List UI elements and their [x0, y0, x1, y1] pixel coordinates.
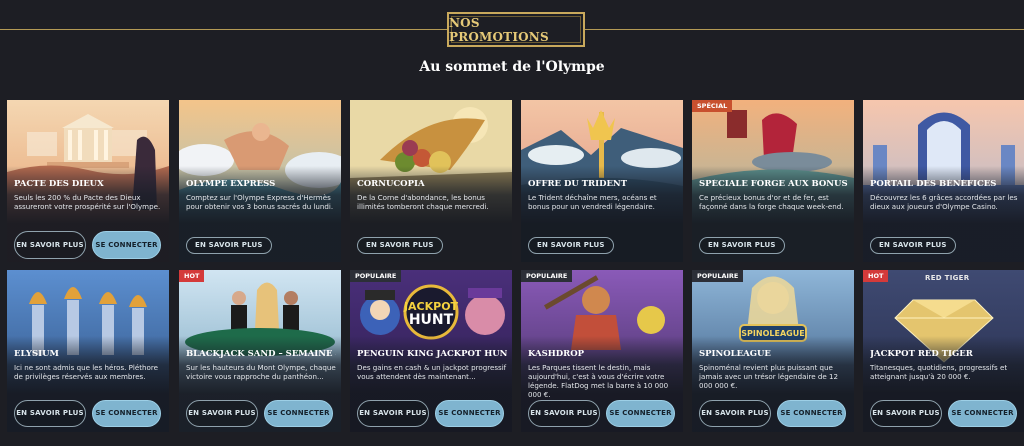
learn-more-button[interactable]: EN SAVOIR PLUS: [528, 237, 614, 254]
login-button[interactable]: SE CONNECTER: [264, 400, 333, 427]
card-title: BLACKJACK SAND – SEMAINE 4: [186, 349, 336, 359]
login-button[interactable]: SE CONNECTER: [92, 231, 161, 259]
hunt-logo-text: HUNT: [409, 312, 454, 328]
card-description: Les Parques tissent le destin, mais aujo…: [528, 363, 669, 399]
learn-more-button[interactable]: EN SAVOIR PLUS: [186, 237, 272, 254]
promotions-heading: NOS PROMOTIONS: [449, 15, 549, 44]
promo-card-jackpot-red-tiger: HOT RED TIGER JACKPOT RED TIGER Titanesq…: [863, 270, 1024, 432]
promo-card-spinoleague: SPINOLEAGUE POPULAIRE SPINOLEAGUE Spinom…: [692, 270, 854, 432]
card-title: JACKPOT RED TIGER: [870, 349, 973, 359]
card-description: Le Trident déchaîne mers, océans et bonu…: [528, 193, 657, 211]
card-description: Seuls les 200 % du Pacte des Dieux assur…: [14, 193, 161, 211]
promotions-heading-badge: NOS PROMOTIONS: [447, 12, 585, 47]
popular-tag: POPULAIRE: [692, 270, 744, 282]
learn-more-button[interactable]: EN SAVOIR PLUS: [870, 237, 956, 254]
card-description: Des gains en cash & un jackpot progressi…: [357, 363, 507, 381]
learn-more-button[interactable]: EN SAVOIR PLUS: [699, 237, 785, 254]
special-tag: SPÉCIAL: [692, 100, 733, 112]
learn-more-button[interactable]: EN SAVOIR PLUS: [14, 400, 86, 427]
card-title: OLYMPE EXPRESS: [186, 179, 276, 189]
red-tiger-logo: RED TIGER: [925, 274, 970, 282]
promo-card-portail-des-benefices: PORTAIL DES BÉNÉFICES Découvrez les 6 gr…: [863, 100, 1024, 262]
learn-more-button[interactable]: EN SAVOIR PLUS: [699, 400, 771, 427]
learn-more-button[interactable]: EN SAVOIR PLUS: [870, 400, 942, 427]
hot-tag: HOT: [863, 270, 889, 282]
login-button[interactable]: SE CONNECTER: [948, 400, 1017, 427]
promo-card-elysium: ELYSIUM Ici ne sont admis que les héros.…: [7, 270, 169, 432]
card-title: KASHDROP: [528, 349, 585, 359]
login-button[interactable]: SE CONNECTER: [777, 400, 846, 427]
card-title: PACTE DES DIEUX: [14, 179, 104, 189]
card-title: PENGUIN KING JACKPOT HUNT: [357, 349, 507, 359]
card-description: Titanesques, quotidiens, progressifs et …: [870, 363, 1008, 381]
card-description: Spinoménal revient plus puissant que jam…: [699, 363, 838, 390]
card-description: Ici ne sont admis que les héros. Pléthor…: [14, 363, 159, 381]
card-title: PORTAIL DES BÉNÉFICES: [870, 179, 997, 189]
card-description: Comptez sur l'Olympe Express d'Hermès po…: [186, 193, 334, 211]
learn-more-button[interactable]: EN SAVOIR PLUS: [357, 237, 443, 254]
login-button[interactable]: SE CONNECTER: [435, 400, 504, 427]
promo-card-speciale-forge: SPÉCIAL SPÉCIALE FORGE AUX BONUS Ce préc…: [692, 100, 854, 262]
learn-more-button[interactable]: EN SAVOIR PLUS: [14, 231, 86, 259]
card-title: CORNUCOPIA: [357, 179, 425, 189]
learn-more-button[interactable]: EN SAVOIR PLUS: [528, 400, 600, 427]
promo-card-blackjack-sand: HOT BLACKJACK SAND – SEMAINE 4 Sur les h…: [179, 270, 341, 432]
promo-card-penguin-king: JACKPOT HUNT POPULAIRE PENGUIN KING JACK…: [350, 270, 512, 432]
login-button[interactable]: SE CONNECTER: [606, 400, 675, 427]
learn-more-button[interactable]: EN SAVOIR PLUS: [186, 400, 258, 427]
popular-tag: POPULAIRE: [350, 270, 402, 282]
promo-card-olympe-express: OLYMPE EXPRESS Comptez sur l'Olympe Expr…: [179, 100, 341, 262]
card-description: Sur les hauteurs du Mont Olympe, chaque …: [186, 363, 336, 381]
section-subtitle: Au sommet de l'Olympe: [419, 59, 605, 75]
learn-more-button[interactable]: EN SAVOIR PLUS: [357, 400, 429, 427]
promo-card-offre-du-trident: OFFRE DU TRIDENT Le Trident déchaîne mer…: [521, 100, 683, 262]
card-title: OFFRE DU TRIDENT: [528, 179, 628, 189]
card-title: ELYSIUM: [14, 349, 59, 359]
card-title: SPÉCIALE FORGE AUX BONUS: [699, 179, 848, 189]
hot-tag: HOT: [179, 270, 205, 282]
popular-tag: POPULAIRE: [521, 270, 573, 282]
login-button[interactable]: SE CONNECTER: [92, 400, 161, 427]
card-description: De la Corne d'abondance, les bonus illim…: [357, 193, 489, 211]
promo-card-pacte-des-dieux: PACTE DES DIEUX Seuls les 200 % du Pacte…: [7, 100, 169, 262]
promo-card-kashdrop: POPULAIRE KASHDROP Les Parques tissent l…: [521, 270, 683, 432]
card-title: SPINOLEAGUE: [699, 349, 771, 359]
promo-card-cornucopia: CORNUCOPIA De la Corne d'abondance, les …: [350, 100, 512, 262]
card-description: Découvrez les 6 grâces accordées par les…: [870, 193, 1018, 211]
card-description: Ce précieux bonus d'or et de fer, est fa…: [699, 193, 844, 211]
